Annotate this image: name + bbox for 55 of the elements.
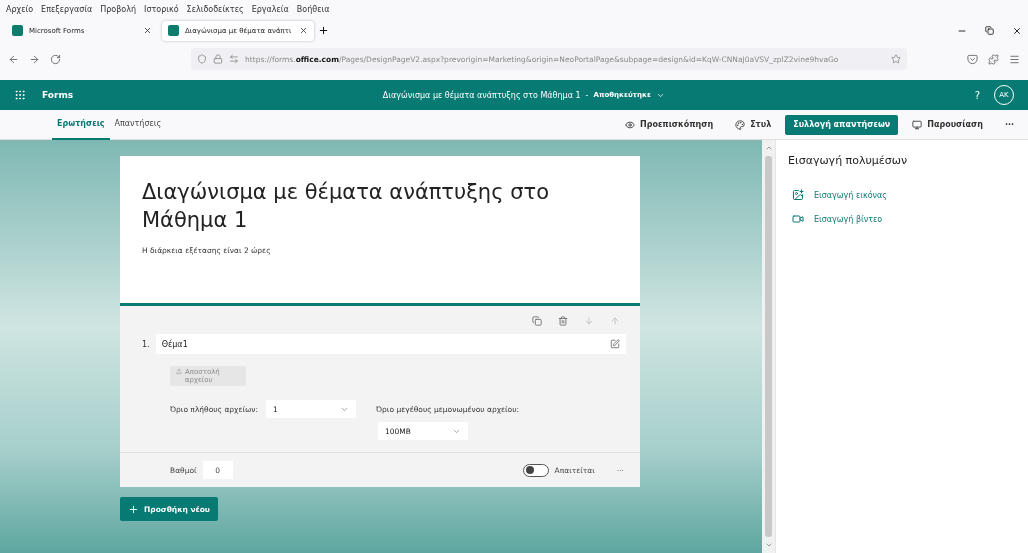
reload-icon[interactable] (50, 53, 61, 65)
help-button[interactable]: ? (974, 89, 980, 101)
form-title: Διαγώνισμα με θέματα ανάπτυξης στο Μάθημα 1 (382, 90, 581, 100)
arrows-icon (229, 54, 239, 64)
plus-icon (128, 503, 139, 515)
preview-button[interactable]: Προεπισκόπηση (616, 114, 722, 135)
form-title: Διαγώνισμα με θέματα ανάπτυξης στο Μάθημα 1 (142, 179, 550, 234)
menu-item[interactable]: Βοήθεια (296, 4, 330, 14)
forward-icon[interactable] (29, 53, 40, 65)
close-icon[interactable] (1012, 25, 1022, 36)
bookmark-star-icon[interactable] (891, 54, 901, 64)
insert-video-button[interactable]: Εισαγωγή βίντεο (788, 207, 887, 231)
image-edit-icon[interactable] (610, 339, 620, 349)
scroll-up-icon[interactable] (764, 144, 773, 152)
copy-icon[interactable] (532, 316, 542, 326)
monitor-icon (912, 119, 923, 130)
question-title-field[interactable]: Θέμα1 (155, 334, 626, 354)
insert-image-button[interactable]: Εισαγωγή εικόνας (788, 183, 891, 207)
upload-icon (176, 368, 182, 375)
restore-icon[interactable] (985, 26, 994, 35)
app-name: Forms (42, 90, 74, 100)
shield-icon (197, 54, 207, 64)
present-button[interactable]: Παρουσίαση (904, 114, 991, 135)
menu-item[interactable]: Ιστορικό (144, 4, 179, 14)
app-launcher-icon[interactable] (14, 89, 26, 101)
panel-title: Εισαγωγή πολυμέσων (788, 154, 909, 167)
style-button[interactable]: Στυλ (727, 114, 780, 135)
menu-item[interactable]: Εργαλεία (251, 4, 289, 14)
close-icon[interactable] (299, 26, 308, 35)
menu-item[interactable]: Αρχείο (6, 4, 34, 14)
menu-item[interactable]: Επεξεργασία (41, 4, 93, 14)
palette-icon (735, 119, 746, 130)
forms-logo-icon (168, 25, 179, 36)
extensions-icon[interactable] (988, 53, 999, 65)
scrollbar-thumb[interactable] (765, 156, 772, 537)
collect-responses-button[interactable]: Συλλογή απαντήσεων (785, 114, 899, 135)
trash-icon[interactable] (558, 316, 568, 326)
lock-icon (213, 54, 223, 64)
more-button[interactable]: ··· (996, 114, 1022, 135)
pocket-icon[interactable] (967, 53, 978, 65)
forms-logo-icon (12, 25, 23, 36)
close-icon[interactable] (143, 26, 152, 35)
video-camera-icon (792, 213, 804, 225)
question-number: 1. (142, 339, 150, 349)
back-icon[interactable] (8, 53, 19, 65)
eye-icon (624, 119, 635, 130)
scroll-down-icon[interactable] (764, 541, 773, 549)
menu-item[interactable]: Σελιδοδείκτες (186, 4, 244, 14)
image-icon (792, 189, 804, 201)
separator: - (585, 90, 589, 100)
new-tab-icon[interactable] (318, 25, 329, 36)
required-toggle[interactable] (522, 463, 549, 477)
menu-item[interactable]: Προβολή (100, 4, 137, 14)
nav-tab[interactable]: Απαντήσεις (109, 109, 167, 140)
menu-icon[interactable] (1009, 53, 1020, 65)
